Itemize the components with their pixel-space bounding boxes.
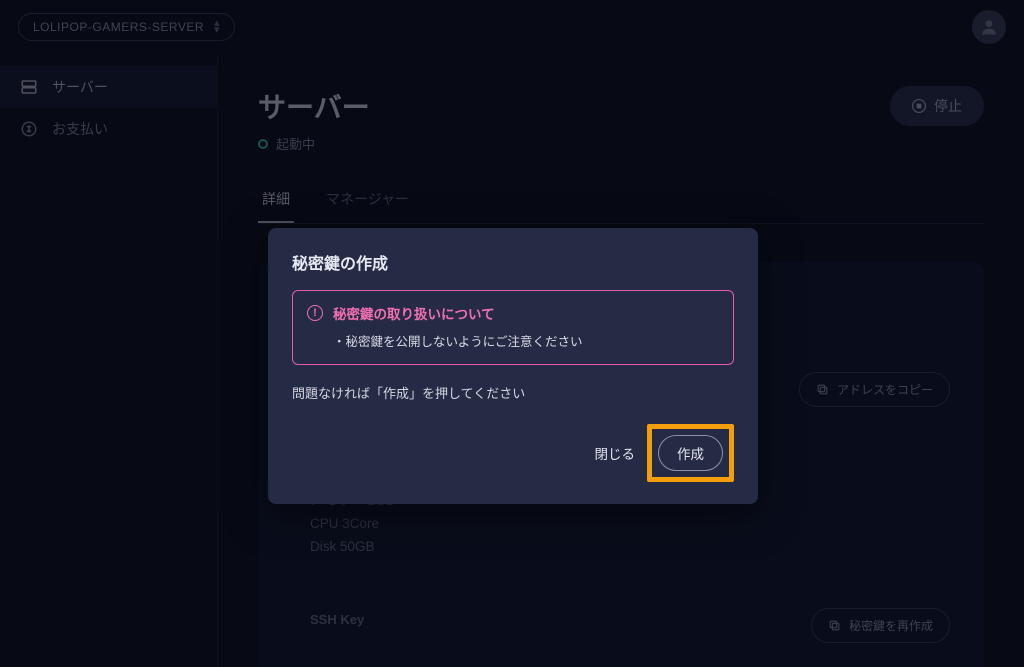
- modal-title: 秘密鍵の作成: [292, 250, 734, 274]
- create-button[interactable]: 作成: [658, 435, 723, 471]
- create-key-modal: 秘密鍵の作成 ! 秘密鍵の取り扱いについて ・秘密鍵を公開しないようにご注意くだ…: [268, 228, 758, 504]
- modal-note: 問題なければ「作成」を押してください: [292, 383, 734, 402]
- close-button[interactable]: 閉じる: [589, 435, 642, 471]
- alert-title: 秘密鍵の取り扱いについて: [333, 303, 495, 323]
- warning-icon: !: [307, 305, 323, 321]
- alert-box: ! 秘密鍵の取り扱いについて ・秘密鍵を公開しないようにご注意ください: [292, 290, 734, 365]
- create-button-highlight: 作成: [647, 424, 734, 482]
- alert-body: ・秘密鍵を公開しないようにご注意ください: [333, 331, 719, 350]
